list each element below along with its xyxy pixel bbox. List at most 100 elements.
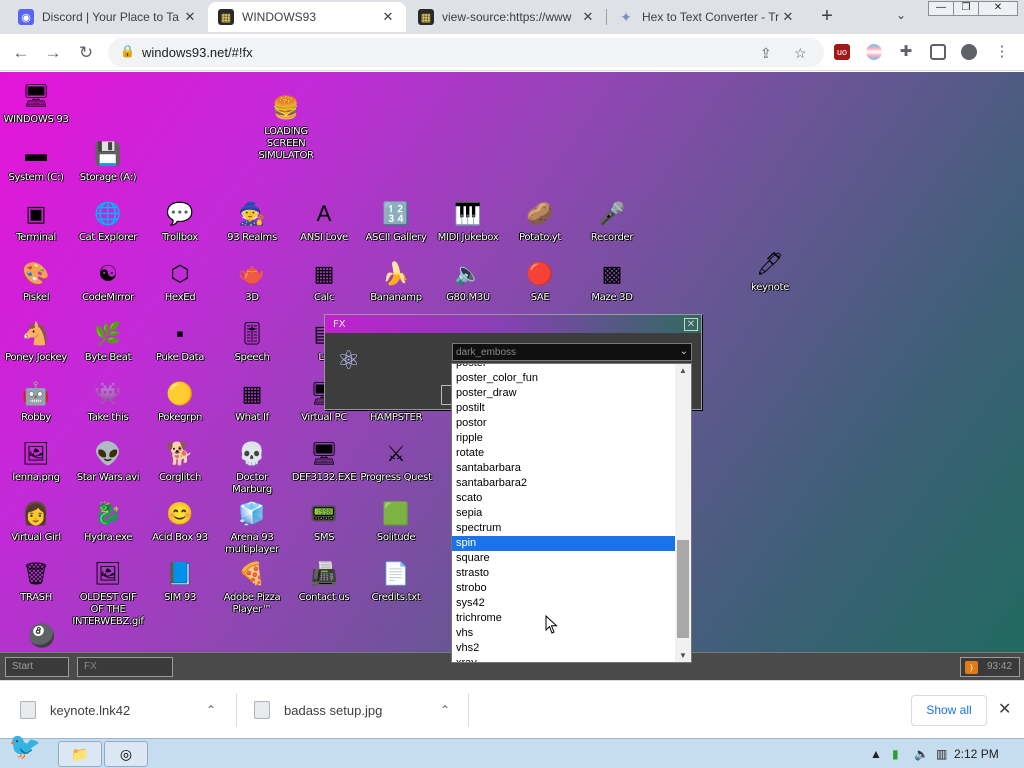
rss-icon[interactable]: ): [965, 661, 978, 674]
effect-option[interactable]: santabarbara2: [452, 476, 676, 491]
desktop-icon[interactable]: 🟩 Solitude: [360, 498, 432, 544]
w93-task-fx[interactable]: FX: [77, 657, 173, 677]
desktop-icon[interactable]: A ANSI Love: [288, 198, 360, 244]
desktop-icon[interactable]: 🤖 Robby: [0, 378, 72, 424]
effect-dropdown-list[interactable]: poster poster_color_fun poster_draw postilt…: [451, 363, 692, 663]
effect-option[interactable]: strasto: [452, 566, 676, 581]
effect-option[interactable]: square: [452, 551, 676, 566]
desktop-icon[interactable]: ▦ Calc: [288, 258, 360, 304]
scroll-up-icon[interactable]: ▲: [679, 366, 687, 375]
close-icon[interactable]: ✕: [580, 9, 596, 25]
desktop-icon[interactable]: ▩ Maze 3D: [576, 258, 648, 304]
desktop-icon[interactable]: 🎨 Piskel: [0, 258, 72, 304]
desktop-icon[interactable]: 🖥 WINDOWS 93: [0, 80, 72, 126]
desktop-icon[interactable]: 💬 Trollbox: [144, 198, 216, 244]
dropdown-scrollbar[interactable]: ▲ ▼: [675, 364, 691, 662]
tab-view-source[interactable]: ▦ view-source:https://www ✕: [408, 2, 606, 32]
effect-option[interactable]: spin: [452, 536, 676, 551]
desktop-icon[interactable]: 🟡 Pokegrpn: [144, 378, 216, 424]
desktop-icon[interactable]: 👩 Virtual Girl: [0, 498, 72, 544]
effect-option[interactable]: sepia: [452, 506, 676, 521]
chevron-up-icon[interactable]: ⌃: [206, 703, 216, 717]
scroll-down-icon[interactable]: ▼: [679, 651, 687, 660]
tray-arrow-icon[interactable]: ▲: [870, 747, 882, 761]
desktop-icon[interactable]: 🗑 TRASH: [0, 558, 72, 604]
extension-flag-icon[interactable]: [866, 44, 882, 60]
address-bar[interactable]: 🔒 windows93.net/#!fx ⇪ ☆: [108, 38, 824, 67]
desktop-icon[interactable]: ☯ CodeMirror: [72, 258, 144, 304]
effect-option[interactable]: vhs: [452, 626, 676, 641]
w93-start-button[interactable]: Start: [5, 657, 69, 677]
effect-option[interactable]: spectrum: [452, 521, 676, 536]
desktop-icon[interactable]: 🖥 DEF3132.EXE: [288, 438, 360, 484]
desktop-icon[interactable]: 🍌 Bananamp: [360, 258, 432, 304]
minimize-button[interactable]: —: [928, 1, 954, 16]
close-icon[interactable]: ✕: [182, 9, 198, 25]
side-panel-icon[interactable]: [930, 44, 946, 60]
effect-option[interactable]: poster_color_fun: [452, 371, 676, 386]
desktop-icon[interactable]: 🔴 SAE: [504, 258, 576, 304]
scrollbar-thumb[interactable]: [677, 540, 689, 638]
desktop-icon[interactable]: ▦ What If: [216, 378, 288, 424]
desktop-icon[interactable]: 🌿 Byte Beat: [72, 318, 144, 364]
effect-option[interactable]: ripple: [452, 431, 676, 446]
fx-titlebar[interactable]: FX: [325, 315, 701, 333]
desktop-icon[interactable]: 💀 Doctor Marburg: [216, 438, 288, 496]
file-explorer-icon[interactable]: 📁: [58, 741, 102, 767]
desktop-icon[interactable]: 🍕 Adobe Pizza Player™: [216, 558, 288, 616]
bookmark-star-icon[interactable]: ☆: [794, 45, 807, 62]
battery-icon[interactable]: ▮: [892, 747, 899, 761]
desktop-icon[interactable]: 🔈 G80.M3U: [432, 258, 504, 304]
desktop-icon[interactable]: 🥔 Potato.yt: [504, 198, 576, 244]
restore-button[interactable]: ❐: [953, 1, 979, 16]
desktop-icon[interactable]: 🎚 Speech: [216, 318, 288, 364]
network-icon[interactable]: ▥: [936, 747, 947, 761]
window-close-button[interactable]: ✕: [978, 1, 1018, 16]
desktop-icon[interactable]: 💾 Storage (A:): [72, 138, 144, 184]
desktop-icon[interactable]: ▣ Terminal: [0, 198, 72, 244]
desktop-icon[interactable]: 🖼 OLDEST GIF OF THE INTERWEBZ.gif: [72, 558, 144, 628]
desktop-icon[interactable]: 🎱: [6, 620, 78, 654]
tab-hex-converter[interactable]: ✦ Hex to Text Converter - Tr ✕: [608, 2, 806, 32]
desktop-icon[interactable]: 📄 Credits.txt: [360, 558, 432, 604]
desktop-icon[interactable]: 🐕 Corglitch: [144, 438, 216, 484]
extensions-puzzle-icon[interactable]: ✚: [898, 44, 914, 60]
effect-option[interactable]: vhs2: [452, 641, 676, 656]
desktop-icon[interactable]: 🔢 ASCII Gallery: [360, 198, 432, 244]
effect-select[interactable]: dark_emboss ⌄: [452, 343, 692, 361]
desktop-icon[interactable]: 📠 Contact us: [288, 558, 360, 604]
downloads-close-button[interactable]: ✕: [998, 699, 1011, 719]
effect-option[interactable]: scato: [452, 491, 676, 506]
effect-option[interactable]: postilt: [452, 401, 676, 416]
desktop-icon[interactable]: 🐉 Hydra.exe: [72, 498, 144, 544]
tab-search-icon[interactable]: ⌄: [896, 8, 906, 22]
desktop-icon[interactable]: ⚔ Progress Quest: [360, 438, 432, 484]
desktop-icon[interactable]: ▬ System (C:): [0, 138, 72, 184]
forward-button[interactable]: →: [42, 42, 64, 64]
menu-dots-icon[interactable]: ⋮: [994, 44, 1010, 60]
profile-avatar-icon[interactable]: [961, 44, 977, 60]
desktop-icon[interactable]: 🐴 Poney Jockey: [0, 318, 72, 364]
effect-option[interactable]: poster: [452, 364, 676, 371]
effect-option[interactable]: trichrome: [452, 611, 676, 626]
desktop-icon[interactable]: 🖊 keynote: [734, 248, 806, 294]
ublock-icon[interactable]: uo: [834, 44, 850, 60]
desktop-icon[interactable]: ⬡ HexEd: [144, 258, 216, 304]
desktop-icon[interactable]: 🎤 Recorder: [576, 198, 648, 244]
desktop-icon[interactable]: 😊 Acid Box 93: [144, 498, 216, 544]
desktop-icon[interactable]: 📟 SMS: [288, 498, 360, 544]
desktop-icon[interactable]: ▪ Puke Data: [144, 318, 216, 364]
new-tab-button[interactable]: +: [816, 6, 838, 28]
desktop-icon[interactable]: 🧊 Arena 93 multiplayer: [216, 498, 288, 556]
close-icon[interactable]: ✕: [380, 9, 396, 25]
desktop-icon[interactable]: 📘 SIM 93: [144, 558, 216, 604]
effect-option[interactable]: rotate: [452, 446, 676, 461]
download-item[interactable]: badass setup.jpg ⌃: [254, 681, 468, 739]
desktop-icon[interactable]: 🌐 Cat Explorer: [72, 198, 144, 244]
desktop-icon[interactable]: 🎹 MIDI Jukebox: [432, 198, 504, 244]
desktop-icon[interactable]: 👽 Star Wars.avi: [72, 438, 144, 484]
effect-option[interactable]: sys42: [452, 596, 676, 611]
tab-windows93[interactable]: ▦ WINDOWS93 ✕: [208, 2, 406, 32]
download-item[interactable]: keynote.lnk42 ⌃: [20, 681, 236, 739]
effect-option[interactable]: postor: [452, 416, 676, 431]
